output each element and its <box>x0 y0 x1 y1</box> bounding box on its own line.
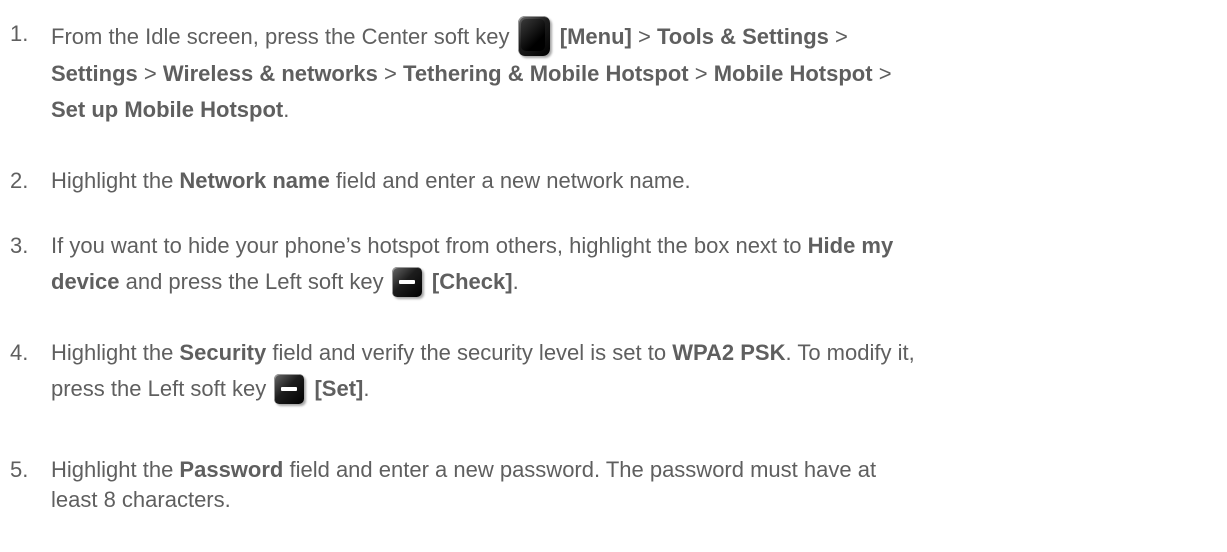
settings-label: Settings <box>51 61 138 86</box>
step-2: 2. Highlight the Network name field and … <box>10 163 1215 199</box>
step-number: 1. <box>10 21 29 46</box>
step-text: Highlight the Password field and enter a… <box>51 457 877 512</box>
step-number: 3. <box>10 233 29 258</box>
step-number: 2. <box>10 168 29 193</box>
wpa2-psk-label: WPA2 PSK <box>672 340 786 365</box>
wireless-networks-label: Wireless & networks <box>162 61 378 86</box>
step-number: 5. <box>10 457 29 482</box>
hide-my-label: Hide my <box>807 233 894 258</box>
tethering-label: Tethering & Mobile Hotspot <box>403 61 689 86</box>
check-label: [Check] <box>431 269 513 294</box>
step-5: 5. Highlight the Password field and ente… <box>10 455 1215 515</box>
step-text: Highlight the Security field and verify … <box>51 335 1215 407</box>
menu-label: [Menu] <box>559 24 632 49</box>
step-1: 1. From the Idle screen, press the Cente… <box>10 16 1215 128</box>
security-label: Security <box>179 340 267 365</box>
step-text: If you want to hide your phone’s hotspot… <box>51 228 1215 300</box>
set-up-hotspot-label: Set up Mobile Hotspot <box>51 97 284 122</box>
tools-settings-label: Tools & Settings <box>656 24 829 49</box>
step-4: 4. Highlight the Security field and veri… <box>10 335 1215 407</box>
mobile-hotspot-label: Mobile Hotspot <box>713 61 873 86</box>
set-label: [Set] <box>314 376 364 401</box>
step-text: Highlight the Network name field and ent… <box>51 168 691 193</box>
step-number: 4. <box>10 340 29 365</box>
password-label: Password <box>179 457 284 482</box>
left-soft-key-icon <box>274 374 305 404</box>
device-label: device <box>51 269 120 294</box>
left-soft-key-icon <box>391 267 422 297</box>
network-name-label: Network name <box>179 168 330 193</box>
center-soft-key-icon <box>517 16 550 56</box>
step-text: From the Idle screen, press the Center s… <box>51 16 1215 128</box>
step-3: 3. If you want to hide your phone’s hots… <box>10 228 1215 300</box>
